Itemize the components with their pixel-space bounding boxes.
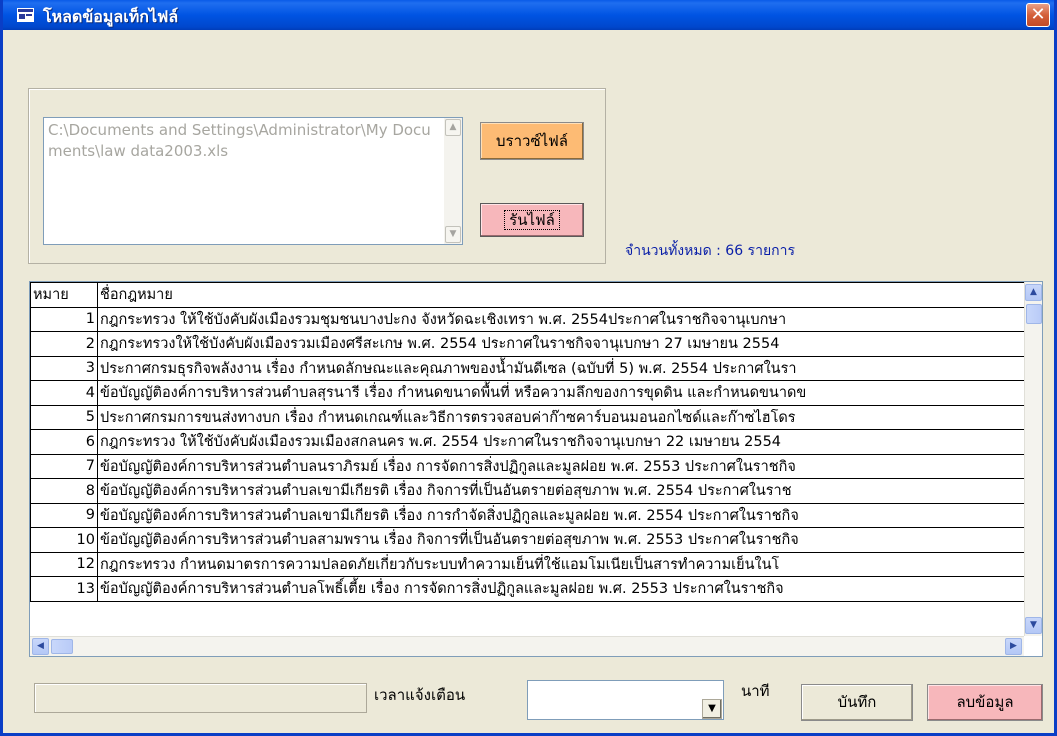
- table-row[interactable]: 6 กฎกระทรวง ให้ใช้บังคับผังเมืองรวมเมืองส…: [30, 429, 1028, 455]
- scroll-down-icon[interactable]: ▼: [445, 226, 461, 243]
- table-row[interactable]: 4 ข้อบัญญัติองค์การบริหารส่วนตำบลสุรนารี …: [30, 380, 1028, 406]
- row-number-cell[interactable]: 10: [30, 527, 98, 553]
- law-name-cell[interactable]: ประกาศกรมธุรกิจพลังงาน เรื่อง กำหนดลักษณ…: [97, 355, 1028, 381]
- file-path-text: C:\Documents and Settings\Administrator\…: [48, 121, 431, 160]
- table-row[interactable]: 1 กฎกระทรวง ให้ใช้บังคับผังเมืองรวมชุมชนบ…: [30, 306, 1028, 332]
- file-path-textbox[interactable]: C:\Documents and Settings\Administrator\…: [43, 117, 463, 245]
- scroll-up-icon[interactable]: ▲: [445, 119, 461, 136]
- table-row[interactable]: 8 ข้อบัญญัติองค์การบริหารส่วนตำบลเขามีเกี…: [30, 478, 1028, 504]
- run-file-button[interactable]: รันไฟล์: [480, 203, 584, 237]
- law-table: หมาย ชื่อกฎหมาย 1 กฎกระทรวง ให้ใช้บังคับผ…: [30, 282, 1028, 602]
- law-name-cell[interactable]: กฎกระทรวง กำหนดมาตรการความปลอดภัยเกี่ยวก…: [97, 551, 1028, 577]
- table-row[interactable]: 7 ข้อบัญญัติองค์การบริหารส่วนตำบลนราภิรมย…: [30, 453, 1028, 479]
- run-file-label: รันไฟล์: [504, 210, 560, 230]
- row-number-cell[interactable]: 1: [30, 306, 98, 332]
- row-number-cell[interactable]: 2: [30, 331, 98, 357]
- window-title: โหลดข้อมูลเท็กไฟล์: [43, 7, 179, 26]
- row-number-cell[interactable]: 7: [30, 453, 98, 479]
- table-row[interactable]: 9 ข้อบัญญัติองค์การบริหารส่วนตำบลเขามีเกี…: [30, 502, 1028, 528]
- status-box: [34, 683, 367, 713]
- title-bar[interactable]: โหลดข้อมูลเท็กไฟล์ ✕: [3, 0, 1054, 30]
- law-name-cell[interactable]: ประกาศกรมการขนส่งทางบก เรื่อง กำหนดเกณฑ์…: [97, 404, 1028, 430]
- close-button[interactable]: ✕: [1026, 3, 1050, 27]
- alert-time-combo[interactable]: ▼: [527, 680, 724, 720]
- law-data-grid[interactable]: หมาย ชื่อกฎหมาย 1 กฎกระทรวง ให้ใช้บังคับผ…: [29, 281, 1043, 657]
- row-number-cell[interactable]: 8: [30, 478, 98, 504]
- row-number-cell[interactable]: 13: [30, 576, 98, 602]
- save-button[interactable]: บันทึก: [801, 684, 913, 721]
- delete-data-button[interactable]: ลบข้อมูล: [927, 684, 1043, 721]
- law-name-cell[interactable]: ข้อบัญญัติองค์การบริหารส่วนตำบลนราภิรมย์…: [97, 453, 1028, 479]
- table-row[interactable]: 13 ข้อบัญญัติองค์การบริหารส่วนตำบลโพธิ์เต…: [30, 576, 1028, 602]
- scroll-right-icon[interactable]: ▶: [1005, 638, 1022, 655]
- column-header-law-name[interactable]: ชื่อกฎหมาย: [97, 282, 1028, 308]
- law-name-cell[interactable]: ข้อบัญญัติองค์การบริหารส่วนตำบลสุรนารี เ…: [97, 380, 1028, 406]
- row-number-cell[interactable]: 3: [30, 355, 98, 381]
- law-name-cell[interactable]: กฎกระทรวง ให้ใช้บังคับผังเมืองรวมเมืองสก…: [97, 429, 1028, 455]
- table-row[interactable]: 2 กฎกระทรวงให้ใช้บังคับผังเมืองรวมเมืองศร…: [30, 331, 1028, 357]
- grid-horizontal-scrollbar[interactable]: ◀ ▶: [30, 636, 1024, 656]
- window-icon: [17, 8, 34, 22]
- row-number-cell[interactable]: 6: [30, 429, 98, 455]
- vertical-scroll-thumb[interactable]: [1026, 304, 1042, 324]
- law-name-cell[interactable]: ข้อบัญญัติองค์การบริหารส่วนตำบลโพธิ์เตี้…: [97, 576, 1028, 602]
- row-number-cell[interactable]: 5: [30, 404, 98, 430]
- law-name-cell[interactable]: กฎกระทรวงให้ใช้บังคับผังเมืองรวมเมืองศรี…: [97, 331, 1028, 357]
- row-number-cell[interactable]: 4: [30, 380, 98, 406]
- law-name-cell[interactable]: ข้อบัญญัติองค์การบริหารส่วนตำบลสามพราน เ…: [97, 527, 1028, 553]
- table-row[interactable]: 3 ประกาศกรมธุรกิจพลังงาน เรื่อง กำหนดลักษ…: [30, 355, 1028, 381]
- scroll-down-icon[interactable]: ▼: [1025, 617, 1042, 634]
- grid-vertical-scrollbar[interactable]: ▲ ▼: [1024, 282, 1042, 636]
- horizontal-scroll-thumb[interactable]: [51, 639, 73, 654]
- table-header-row: หมาย ชื่อกฎหมาย: [30, 282, 1028, 308]
- law-name-cell[interactable]: ข้อบัญญัติองค์การบริหารส่วนตำบลเขามีเกีย…: [97, 502, 1028, 528]
- close-icon: ✕: [1030, 4, 1046, 25]
- browse-file-button[interactable]: บราวซ์ไฟล์: [480, 122, 584, 160]
- row-number-cell[interactable]: 9: [30, 502, 98, 528]
- scroll-left-icon[interactable]: ◀: [32, 638, 49, 655]
- file-path-scrollbar[interactable]: ▲ ▼: [444, 118, 462, 244]
- law-name-cell[interactable]: กฎกระทรวง ให้ใช้บังคับผังเมืองรวมชุมชนบา…: [97, 306, 1028, 332]
- row-number-cell[interactable]: 12: [30, 551, 98, 577]
- table-row[interactable]: 10 ข้อบัญญัติองค์การบริหารส่วนตำบลสามพราน…: [30, 527, 1028, 553]
- minute-unit-label: นาที: [741, 682, 770, 700]
- table-row[interactable]: 5 ประกาศกรมการขนส่งทางบก เรื่อง กำหนดเกณฑ…: [30, 404, 1028, 430]
- load-text-file-window: โหลดข้อมูลเท็กไฟล์ ✕ C:\Documents and Se…: [0, 0, 1057, 736]
- scroll-up-icon[interactable]: ▲: [1025, 284, 1042, 301]
- law-name-cell[interactable]: ข้อบัญญัติองค์การบริหารส่วนตำบลเขามีเกีย…: [97, 478, 1028, 504]
- column-header-no[interactable]: หมาย: [30, 282, 98, 308]
- total-count-label: จำนวนทั้งหมด : 66 รายการ: [625, 243, 796, 259]
- table-row[interactable]: 12 กฎกระทรวง กำหนดมาตรการความปลอดภัยเกี่ย…: [30, 551, 1028, 577]
- chevron-down-icon[interactable]: ▼: [702, 699, 722, 719]
- alert-time-label: เวลาแจ้งเตือน: [374, 686, 466, 704]
